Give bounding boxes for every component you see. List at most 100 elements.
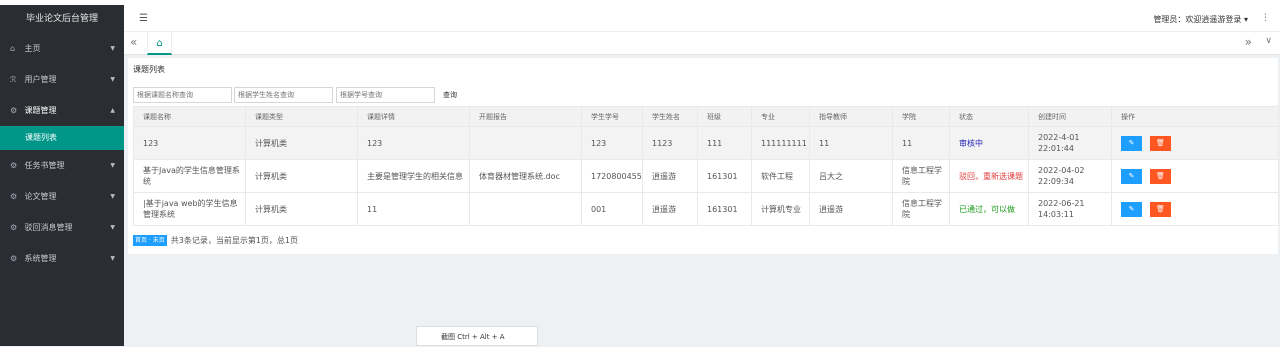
status-text: 审核中 xyxy=(949,126,1029,160)
column-header[interactable]: 课题名称 xyxy=(133,106,246,127)
status-text: 驳回，重新选课题 xyxy=(949,159,1029,193)
sidebar-item-tasks[interactable]: ⚙ 任务书管理 ▼ xyxy=(0,150,124,181)
column-header[interactable]: 课题详情 xyxy=(357,106,470,127)
main-area: ☰ 管理员：欢迎逍遥游登录 ▾ ⋮ « ⌂ » ∨ 课题列表 查询 课题名称 xyxy=(124,5,1280,346)
table-cell: 吕大之 xyxy=(809,159,893,193)
table-row: 123 计算机类 123 123 1123 111 111111111 11 1… xyxy=(133,126,1279,160)
sidebar: 毕业论文后台管理 ⌂ 主页 ▼ ℛ 用户管理 ▼ ⚙ 课题管理 ▲ 课题列表 ⚙… xyxy=(0,5,124,346)
chevron-down-icon: ▼ xyxy=(110,45,115,52)
column-header[interactable]: 学生学号 xyxy=(581,106,643,127)
sidebar-item-home[interactable]: ⌂ 主页 ▼ xyxy=(0,33,124,64)
delete-button[interactable]: 🗑 xyxy=(1150,201,1171,217)
table-cell: 计算机专业 xyxy=(751,192,810,226)
table-cell: 123 xyxy=(357,126,470,160)
topic-search-input[interactable] xyxy=(133,87,232,103)
table-cell: 111111111 xyxy=(751,126,810,160)
table-cell: 计算机类 xyxy=(245,126,358,160)
page-links[interactable]: 首页 · 末页 xyxy=(133,235,167,246)
table-cell: 信息工程学院 xyxy=(892,192,950,226)
tab-scroll-left-icon[interactable]: « xyxy=(130,35,137,49)
table-cell: 123 xyxy=(581,126,643,160)
sidebar-item-label: 主页 xyxy=(24,44,41,53)
table-cell: 主要是管理学生的相关信息 xyxy=(357,159,470,193)
column-header[interactable]: 课题类型 xyxy=(245,106,358,127)
sidebar-item-label: 课题管理 xyxy=(24,106,57,115)
table-cell: 001 xyxy=(581,192,643,226)
table-cell: 11 xyxy=(809,126,893,160)
column-header[interactable]: 指导教师 xyxy=(809,106,893,127)
edit-button[interactable]: ✎ xyxy=(1121,168,1142,184)
actions-cell: ✎ 🗑 xyxy=(1111,126,1279,160)
chevron-down-icon: ▼ xyxy=(110,255,115,262)
tab-scroll-right-icon[interactable]: » xyxy=(1245,35,1252,49)
table-header-row: 课题名称 课题类型 课题详情 开题报告 学生学号 学生姓名 班级 专业 指导教师… xyxy=(133,106,1279,127)
column-header[interactable]: 创建时间 xyxy=(1028,106,1112,127)
edit-button[interactable]: ✎ xyxy=(1121,201,1142,217)
column-header[interactable]: 操作 xyxy=(1111,106,1279,127)
table-cell: 161301 xyxy=(697,192,752,226)
table-cell: 信息工程学院 xyxy=(892,159,950,193)
chevron-down-icon: ▼ xyxy=(110,193,115,200)
table-cell xyxy=(469,192,582,226)
table-cell: 2022-4-01 22:01:44 xyxy=(1028,126,1112,160)
app-title: 毕业论文后台管理 xyxy=(25,14,98,24)
delete-button[interactable]: 🗑 xyxy=(1150,135,1171,151)
chevron-down-icon: ▼ xyxy=(110,76,115,83)
menu-toggle-icon[interactable]: ☰ xyxy=(139,13,148,24)
table-cell: 逍遥游 xyxy=(809,192,893,226)
gear-icon: ⚙ xyxy=(10,192,18,201)
screenshot-tooltip: 截图 Ctrl + Alt + A xyxy=(416,326,538,346)
topic-list-card: 课题列表 查询 课题名称 课题类型 课题详情 开题报告 学生学号 学生姓名 xyxy=(128,58,1279,254)
column-header[interactable]: 开题报告 xyxy=(469,106,582,127)
home-icon: ⌂ xyxy=(10,44,16,53)
column-header[interactable]: 状态 xyxy=(949,106,1029,127)
trash-icon: 🗑 xyxy=(1156,204,1165,213)
chevron-up-icon: ▲ xyxy=(110,107,115,114)
edit-button[interactable]: ✎ xyxy=(1121,135,1142,151)
column-header[interactable]: 学院 xyxy=(892,106,950,127)
chevron-down-icon: ▼ xyxy=(110,162,115,169)
student-search-input[interactable] xyxy=(234,87,333,103)
delete-button[interactable]: 🗑 xyxy=(1150,168,1171,184)
pagination-summary: 共3条记录，当前显示第1页，总1页 xyxy=(170,236,299,245)
number-search-input[interactable] xyxy=(336,87,435,103)
gear-icon: ⚙ xyxy=(10,161,18,170)
sidebar-item-label: 系统管理 xyxy=(24,254,57,263)
sidebar-item-topics[interactable]: ⚙ 课题管理 ▲ xyxy=(0,95,124,126)
tab-bar: « ⌂ » ∨ xyxy=(124,32,1280,55)
table-cell: 123 xyxy=(133,126,246,160)
table-cell: 2022-04-02 22:09:34 xyxy=(1028,159,1112,193)
column-header[interactable]: 学生姓名 xyxy=(642,106,698,127)
sidebar-subitem-topic-list[interactable]: 课题列表 xyxy=(0,126,124,150)
table-cell: |基于java web的学生信息管理系统 xyxy=(133,192,246,226)
table-cell: 逍遥游 xyxy=(642,192,698,226)
table-cell: 逍遥游 xyxy=(642,159,698,193)
table-cell: 2022-06-21 14:03:11 xyxy=(1028,192,1112,226)
topic-table: 课题名称 课题类型 课题详情 开题报告 学生学号 学生姓名 班级 专业 指导教师… xyxy=(133,106,1279,226)
gear-icon: ⚙ xyxy=(10,254,18,263)
more-icon[interactable]: ⋮ xyxy=(1261,13,1270,23)
user-menu[interactable]: 管理员：欢迎逍遥游登录 ▾ xyxy=(1153,14,1248,25)
search-button[interactable]: 查询 xyxy=(439,87,461,103)
table-cell: 1720800455 xyxy=(581,159,643,193)
pencil-icon: ✎ xyxy=(1128,171,1135,180)
actions-cell: ✎ 🗑 xyxy=(1111,159,1279,193)
chevron-down-icon: ▼ xyxy=(110,224,115,231)
column-header[interactable]: 专业 xyxy=(751,106,810,127)
actions-cell: ✎ 🗑 xyxy=(1111,192,1279,226)
pagination: 首页 · 末页 共3条记录，当前显示第1页，总1页 xyxy=(133,235,298,247)
table-cell: 111 xyxy=(697,126,752,160)
table-row: |基于java web的学生信息管理系统 计算机类 11 001 逍遥游 161… xyxy=(133,192,1279,226)
sidebar-item-papers[interactable]: ⚙ 论文管理 ▼ xyxy=(0,181,124,212)
column-header[interactable]: 班级 xyxy=(697,106,752,127)
sidebar-item-label: 任务书管理 xyxy=(24,161,65,170)
tab-options-icon[interactable]: ∨ xyxy=(1265,36,1272,46)
sidebar-item-label: 论文管理 xyxy=(24,192,57,201)
tab-home[interactable]: ⌂ xyxy=(147,32,172,55)
sidebar-item-users[interactable]: ℛ 用户管理 ▼ xyxy=(0,64,124,95)
table-cell: 计算机类 xyxy=(245,192,358,226)
sidebar-item-rejections[interactable]: ⚙ 驳回消息管理 ▼ xyxy=(0,212,124,243)
sidebar-item-system[interactable]: ⚙ 系统管理 ▼ xyxy=(0,243,124,274)
status-text: 已通过，可以做 xyxy=(949,192,1029,226)
sidebar-item-label: 驳回消息管理 xyxy=(24,223,73,232)
